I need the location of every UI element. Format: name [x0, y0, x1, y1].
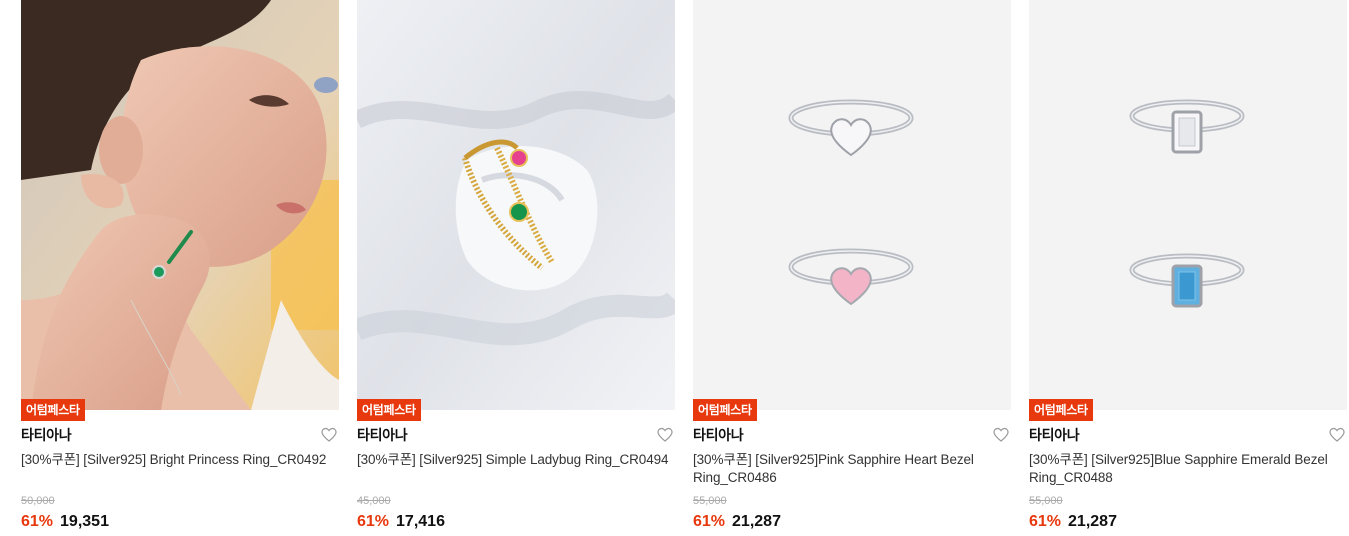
discount-rate: 61%	[357, 513, 390, 530]
brand-name[interactable]: 타티아나	[1029, 424, 1347, 446]
price-row: 61% 21,287	[1029, 511, 1117, 533]
brand-row: 타티아나	[357, 424, 675, 446]
brand-row: 타티아나	[1029, 424, 1347, 446]
original-price: 55,000	[693, 495, 727, 507]
product-image-emerald-cut-rings[interactable]	[1029, 0, 1347, 410]
brand-row: 타티아나	[21, 424, 339, 446]
discount-rate: 61%	[693, 513, 726, 530]
original-price: 50,000	[21, 495, 55, 507]
product-name[interactable]: [30%쿠폰] [Silver925]Blue Sapphire Emerald…	[1029, 451, 1347, 487]
product-name[interactable]: [30%쿠폰] [Silver925] Bright Princess Ring…	[21, 451, 339, 469]
sale-price: 21,287	[732, 513, 781, 530]
product-card[interactable]: 어텀페스타 타티아나 [30%쿠폰] [Silver925] Bright Pr…	[21, 0, 339, 536]
product-name[interactable]: [30%쿠폰] [Silver925]Pink Sapphire Heart B…	[693, 451, 1011, 487]
product-name[interactable]: [30%쿠폰] [Silver925] Simple Ladybug Ring_…	[357, 451, 675, 469]
discount-rate: 61%	[21, 513, 54, 530]
heart-outline-icon[interactable]	[1329, 427, 1345, 443]
sale-price: 21,287	[1068, 513, 1117, 530]
product-card[interactable]: 어텀페스타 타티아나 [30%쿠폰] [Silver925]Pink Sapph…	[693, 0, 1011, 536]
original-price: 55,000	[1029, 495, 1063, 507]
product-image-gold-rings-on-fabric[interactable]	[357, 0, 675, 410]
price-row: 61% 19,351	[21, 511, 109, 533]
heart-outline-icon[interactable]	[993, 427, 1009, 443]
brand-name[interactable]: 타티아나	[21, 424, 339, 446]
product-image-heart-rings[interactable]	[693, 0, 1011, 410]
discount-rate: 61%	[1029, 513, 1062, 530]
heart-outline-icon[interactable]	[321, 427, 337, 443]
product-grid: 어텀페스타 타티아나 [30%쿠폰] [Silver925] Bright Pr…	[21, 0, 1347, 536]
brand-row: 타티아나	[693, 424, 1011, 446]
sale-price: 19,351	[60, 513, 109, 530]
price-row: 61% 21,287	[693, 511, 781, 533]
brand-name[interactable]: 타티아나	[693, 424, 1011, 446]
event-badge: 어텀페스타	[1029, 399, 1093, 421]
price-row: 61% 17,416	[357, 511, 445, 533]
sale-price: 17,416	[396, 513, 445, 530]
heart-outline-icon[interactable]	[657, 427, 673, 443]
original-price: 45,000	[357, 495, 391, 507]
product-card[interactable]: 어텀페스타 타티아나 [30%쿠폰] [Silver925]Blue Sapph…	[1029, 0, 1347, 536]
product-image-model-wearing-green-ring[interactable]	[21, 0, 339, 410]
event-badge: 어텀페스타	[21, 399, 85, 421]
brand-name[interactable]: 타티아나	[357, 424, 675, 446]
product-card[interactable]: 어텀페스타 타티아나 [30%쿠폰] [Silver925] Simple La…	[357, 0, 675, 536]
event-badge: 어텀페스타	[693, 399, 757, 421]
event-badge: 어텀페스타	[357, 399, 421, 421]
